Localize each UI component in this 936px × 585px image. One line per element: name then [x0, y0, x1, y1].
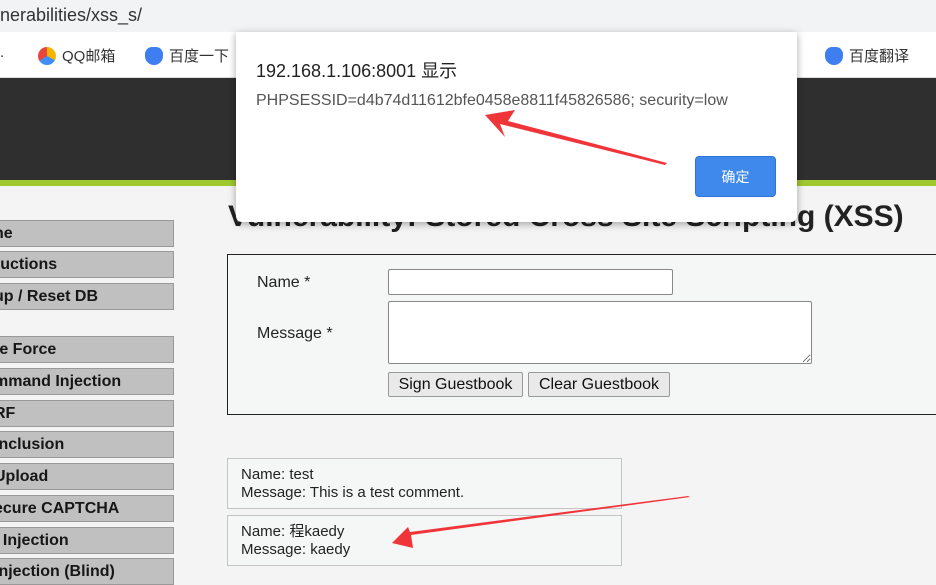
guestbook-entry: Name: 程kaedy Message: kaedy [227, 515, 622, 566]
sidebar-item-csrf[interactable]: RF [0, 400, 174, 427]
sidebar-item-file-upload[interactable]: Upload [0, 463, 174, 490]
entry-message: Message: kaedy [241, 541, 351, 558]
entry-name: Name: 程kaedy [241, 523, 345, 540]
sidebar-item-label: mmand Injection [0, 373, 122, 390]
bookmark-ellipsis: . [0, 44, 5, 61]
guestbook-entry: Name: test Message: This is a test commen… [227, 458, 622, 509]
sign-guestbook-button[interactable]: Sign Guestbook [388, 372, 523, 397]
bookmark-label: 百度翻译 [849, 48, 910, 65]
dialog-message: PHPSESSID=d4b74d11612bfe0458e8811f458265… [256, 92, 728, 109]
clear-guestbook-button[interactable]: Clear Guestbook [528, 372, 670, 397]
entry-name: Name: test [241, 466, 314, 483]
name-input[interactable] [388, 269, 673, 295]
baidu-paw-icon [825, 46, 843, 65]
bookmark-baidu-translate[interactable]: 百度翻译 [825, 45, 909, 66]
bookmark-label: 百度一下 [169, 48, 230, 65]
sidebar-item-instructions[interactable]: ructions [0, 251, 174, 278]
alert-dialog: 192.168.1.106:8001 显示 PHPSESSID=d4b74d11… [236, 32, 797, 222]
ok-button[interactable]: 确定 [695, 156, 776, 197]
address-bar[interactable]: nerabilities/xss_s/ [0, 0, 936, 32]
sidebar-item-command-injection[interactable]: mmand Injection [0, 368, 174, 395]
sidebar-item-label: Inclusion [0, 436, 65, 453]
sidebar-item-label: . Injection [0, 532, 69, 549]
sidebar-item-home[interactable]: ne [0, 220, 174, 247]
bookmark-baidu[interactable]: 百度一下 [145, 45, 229, 66]
dialog-title: 192.168.1.106:8001 显示 [256, 61, 458, 81]
url-text: nerabilities/xss_s/ [0, 5, 143, 25]
sidebar-item-setup[interactable]: up / Reset DB [0, 283, 174, 310]
qq-mail-icon [38, 46, 56, 65]
sidebar-item-label: Upload [0, 468, 49, 485]
bookmark-label: QQ邮箱 [62, 48, 116, 65]
sidebar-item-label: Injection (Blind) [0, 563, 115, 580]
name-label: Name * [257, 274, 311, 291]
bookmark-qq-mail[interactable]: QQ邮箱 [38, 45, 115, 66]
message-label: Message * [257, 325, 333, 342]
sidebar-item-label: up / Reset DB [0, 288, 99, 305]
sidebar-item-sql-injection[interactable]: . Injection [0, 527, 174, 554]
sidebar-item-label: te Force [0, 341, 57, 358]
message-textarea[interactable] [388, 301, 812, 364]
sidebar-item-label: ructions [0, 256, 58, 273]
sidebar-item-file-inclusion[interactable]: Inclusion [0, 431, 174, 458]
sidebar-item-label: ne [0, 225, 13, 242]
sidebar-item-sql-injection-blind[interactable]: Injection (Blind) [0, 558, 174, 585]
sidebar-item-label: ecure CAPTCHA [0, 500, 120, 517]
baidu-paw-icon [145, 46, 163, 65]
sidebar-item-brute-force[interactable]: te Force [0, 336, 174, 363]
sidebar-item-insecure-captcha[interactable]: ecure CAPTCHA [0, 495, 174, 522]
sidebar-item-label: RF [0, 405, 16, 422]
entry-message: Message: This is a test comment. [241, 484, 465, 501]
